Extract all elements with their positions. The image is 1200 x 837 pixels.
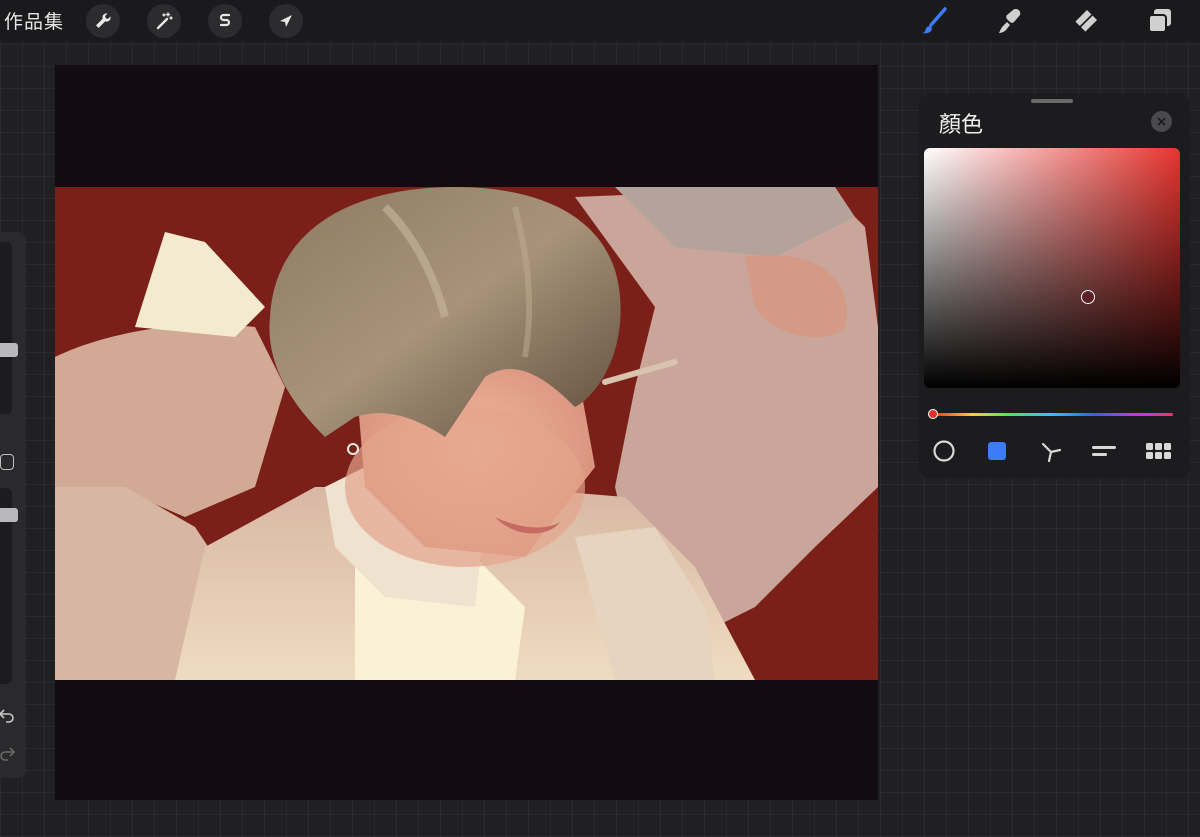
brush-size-thumb[interactable] — [0, 343, 18, 358]
hue-slider[interactable] — [932, 413, 1173, 416]
selection-s-icon[interactable] — [208, 4, 242, 38]
sliders-icon[interactable] — [1089, 437, 1119, 465]
close-icon[interactable]: × — [1151, 111, 1172, 132]
top-toolbar: 作品集 — [0, 0, 1200, 42]
circle-icon[interactable] — [929, 437, 959, 465]
arrow-cursor-icon[interactable] — [269, 4, 303, 38]
artwork-painting — [55, 187, 878, 680]
undo-icon[interactable] — [0, 706, 16, 724]
drawing-canvas[interactable] — [55, 65, 878, 800]
redo-icon[interactable] — [0, 744, 16, 762]
smudge-icon[interactable] — [992, 3, 1028, 39]
saturation-brightness-field[interactable] — [924, 148, 1180, 388]
layers-icon[interactable] — [1142, 3, 1178, 39]
gallery-button[interactable]: 作品集 — [4, 7, 64, 34]
modify-button[interactable] — [0, 454, 14, 470]
hue-slider-knob[interactable] — [928, 409, 938, 419]
eraser-icon[interactable] — [1067, 3, 1103, 39]
square-icon[interactable] — [982, 437, 1012, 465]
brush-size-slider[interactable] — [0, 242, 12, 414]
wrench-icon[interactable] — [86, 4, 120, 38]
opacity-thumb[interactable] — [0, 507, 18, 522]
harmony-icon[interactable] — [1036, 437, 1066, 465]
panel-grabber[interactable] — [1031, 99, 1073, 103]
panel-title: 顏色 — [939, 113, 984, 138]
color-panel: 顏色 × — [919, 94, 1190, 478]
magic-wand-icon[interactable] — [147, 4, 181, 38]
left-sidebar — [0, 232, 26, 778]
color-picker-handle[interactable] — [1080, 289, 1095, 304]
grid-icon[interactable] — [1143, 437, 1173, 465]
brush-icon[interactable] — [916, 3, 952, 39]
